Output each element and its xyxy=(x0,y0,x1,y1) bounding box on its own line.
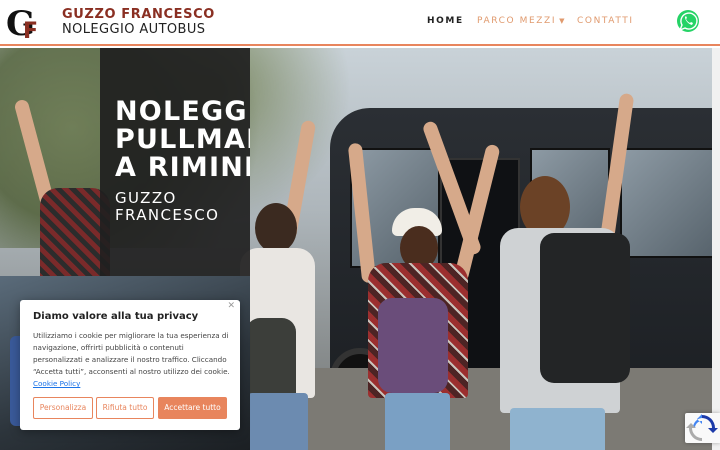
cookie-banner: ✕ Diamo valore alla tua privacy Utilizzi… xyxy=(20,300,240,430)
brand-name[interactable]: GUZZO FRANCESCO xyxy=(62,7,215,22)
site-header: G F GUZZO FRANCESCO NOLEGGIO AUTOBUS HOM… xyxy=(0,0,720,46)
close-icon[interactable]: ✕ xyxy=(227,301,235,311)
cookie-title: Diamo valore alla tua privacy xyxy=(33,311,199,322)
svg-text:F: F xyxy=(23,19,38,41)
cookie-text: Utilizziamo i cookie per migliorare la t… xyxy=(33,331,230,388)
recaptcha-icon[interactable] xyxy=(685,413,720,443)
chevron-down-icon: ▼ xyxy=(559,17,567,25)
hero-title: NOLEGGIO PULLMAN A RIMINI xyxy=(115,98,250,182)
whatsapp-icon[interactable] xyxy=(676,9,700,33)
nav-parco-mezzi[interactable]: PARCO MEZZI ▼ xyxy=(477,16,566,26)
nav-contatti[interactable]: CONTATTI xyxy=(577,16,634,26)
cookie-policy-link[interactable]: Cookie Policy xyxy=(33,379,80,388)
brand-tagline[interactable]: NOLEGGIO AUTOBUS xyxy=(62,22,205,37)
customize-button[interactable]: Personalizza xyxy=(33,397,93,419)
hero-subtitle: GUZZO FRANCESCO xyxy=(115,189,220,224)
nav-home[interactable]: HOME xyxy=(427,16,464,26)
reject-all-button[interactable]: Rifiuta tutto xyxy=(96,397,154,419)
accept-all-button[interactable]: Accettare tutto xyxy=(158,397,227,419)
logo-mark[interactable]: G F xyxy=(6,5,46,41)
scrollbar[interactable] xyxy=(712,48,720,450)
